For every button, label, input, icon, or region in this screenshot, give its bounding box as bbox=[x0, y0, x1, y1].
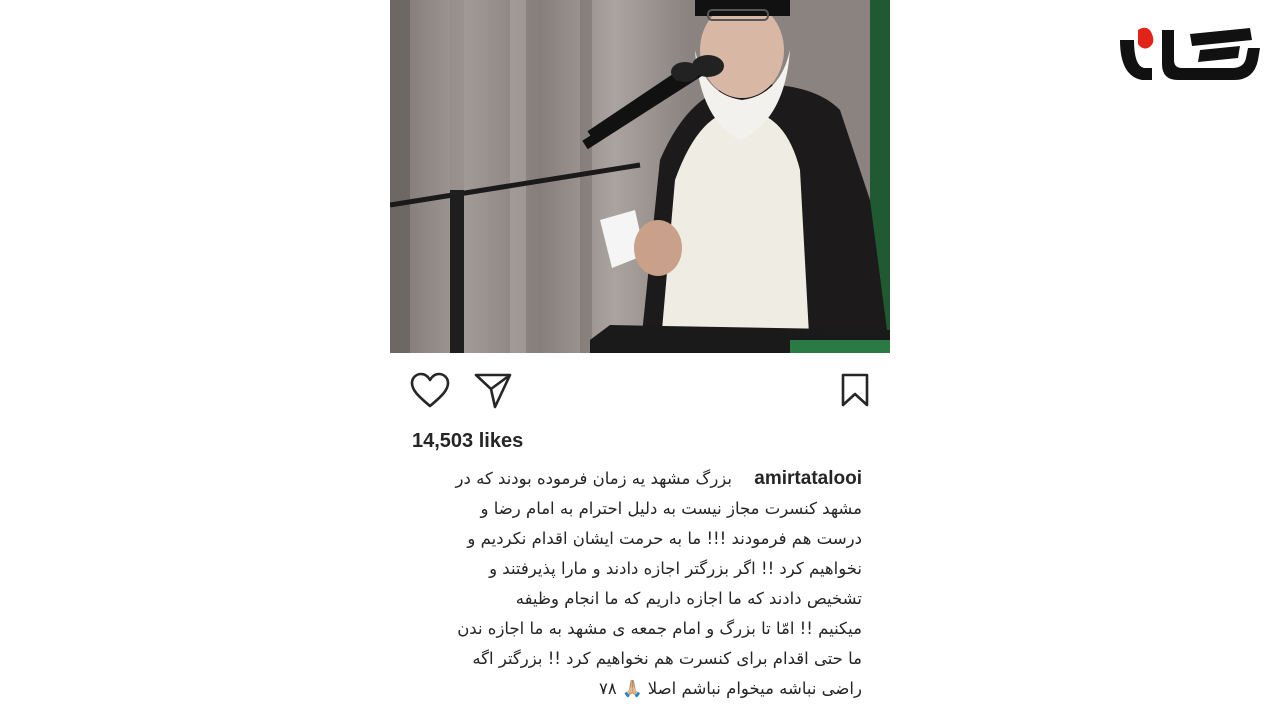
bookmark-outline-icon bbox=[840, 372, 870, 412]
save-button[interactable] bbox=[833, 370, 877, 414]
caption-line: تشخیص دادند که ما اجازه داریم که ما انجا… bbox=[515, 589, 862, 608]
caption-line: ما حتی اقدام برای کنسرت هم نخواهیم کرد !… bbox=[472, 649, 862, 668]
post-caption: amirtatalooi بزرگ مشهد یه زمان فرموده بو… bbox=[412, 464, 862, 704]
caption-line: میکنیم !! امّا تا بزرگ و امام جمعه ی مشه… bbox=[457, 619, 862, 638]
caption-line: مشهد کنسرت مجاز نیست به دلیل احترام به ا… bbox=[480, 499, 862, 518]
heart-outline-icon bbox=[410, 372, 450, 412]
site-logo bbox=[1112, 20, 1262, 88]
post-action-bar bbox=[390, 370, 890, 416]
share-button[interactable] bbox=[471, 370, 515, 414]
caption-line: نخواهیم کرد !! اگر بزرگتر اجازه دادند و … bbox=[489, 559, 862, 578]
likes-count[interactable]: 14,503 likes bbox=[412, 430, 523, 453]
like-button[interactable] bbox=[408, 370, 452, 414]
username-link[interactable]: amirtatalooi bbox=[754, 464, 862, 494]
caption-line: درست هم فرمودند !!! ما به حرمت ایشان اقد… bbox=[467, 529, 862, 548]
paper-plane-icon bbox=[473, 371, 513, 413]
caption-line: راضی نباشه میخوام نباشم اصلا 🙏🏼 ۷۸ bbox=[599, 679, 862, 698]
caption-line: بزرگ مشهد یه زمان فرموده بودند که در bbox=[455, 469, 732, 488]
post-photo bbox=[390, 0, 890, 353]
